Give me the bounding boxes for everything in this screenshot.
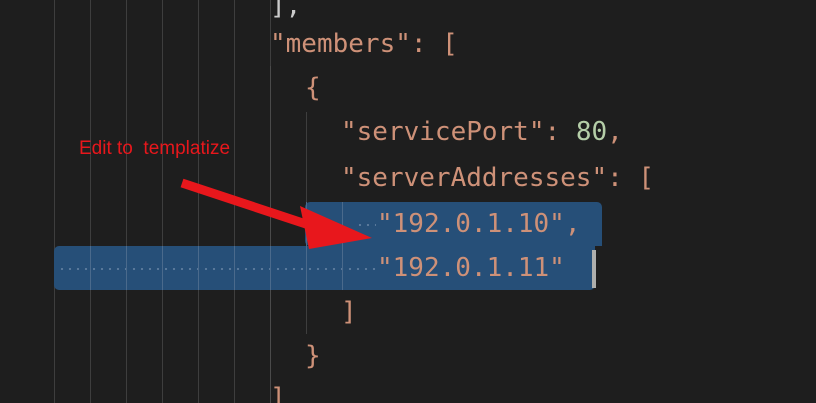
indent-guide (234, 246, 235, 290)
text-cursor (592, 250, 596, 288)
code-line[interactable]: ] (341, 290, 357, 334)
indent-guide (90, 0, 91, 403)
indent-guide (126, 246, 127, 290)
indent-guide (162, 0, 163, 403)
indent-guide (306, 202, 307, 290)
code-line[interactable]: ] (270, 376, 286, 403)
indent-guide (54, 0, 55, 403)
whitespace-markers (356, 224, 376, 226)
indent-guide (270, 66, 271, 403)
indent-guide (90, 246, 91, 290)
indent-guide (126, 0, 127, 403)
code-line[interactable]: { (305, 66, 321, 110)
indent-guide (234, 0, 235, 403)
whitespace-markers (58, 268, 376, 270)
code-line[interactable]: "serverAddresses": [ (341, 156, 654, 200)
indent-guide (162, 246, 163, 290)
code-line[interactable]: "servicePort": 80, (341, 110, 623, 154)
indent-guide (270, 246, 271, 290)
code-line[interactable]: "members": [ (270, 22, 458, 66)
indent-guide (342, 202, 343, 290)
code-line[interactable]: "192.0.1.11" (377, 246, 565, 290)
code-line[interactable]: "192.0.1.10", (377, 202, 581, 246)
indent-guide (198, 246, 199, 290)
code-line[interactable]: } (305, 334, 321, 378)
code-editor[interactable]: ], "members": [ { "servicePort": 80, "se… (0, 0, 816, 403)
indent-guide (198, 0, 199, 403)
annotation-label: Edit to templatize (79, 138, 231, 159)
